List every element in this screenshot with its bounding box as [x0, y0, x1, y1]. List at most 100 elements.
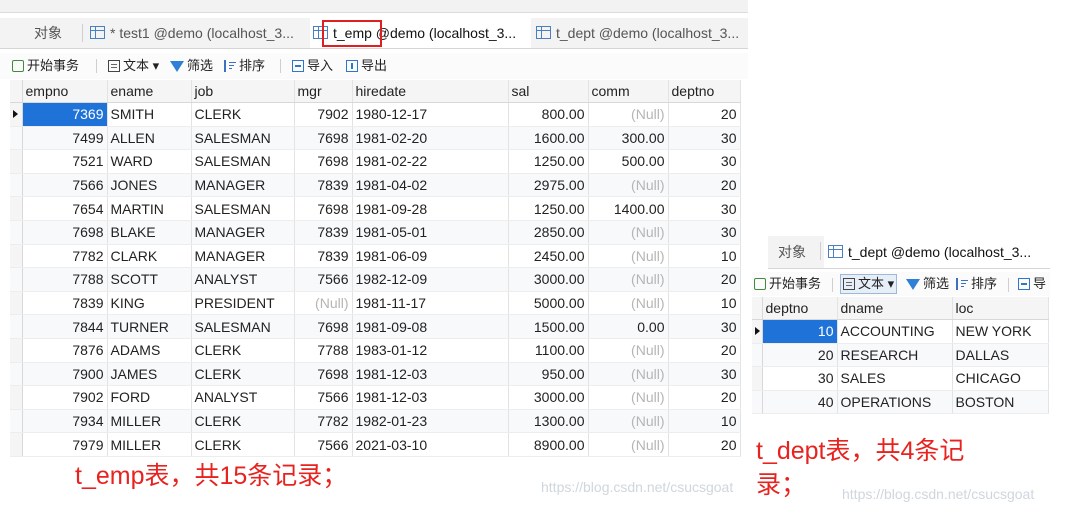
cell-job[interactable]: MANAGER: [191, 173, 295, 198]
cell-sal[interactable]: 2450.00: [508, 244, 589, 269]
row-header[interactable]: [10, 173, 23, 198]
cell-sal[interactable]: 1600.00: [508, 126, 589, 151]
cell-hiredate[interactable]: 1981-04-02: [352, 173, 509, 198]
row-header[interactable]: [10, 244, 23, 269]
cell-comm[interactable]: 500.00: [588, 149, 669, 174]
cell-sal[interactable]: 3000.00: [508, 385, 589, 410]
cell-deptno[interactable]: 30: [668, 196, 741, 221]
cell-deptno[interactable]: 30: [762, 366, 838, 391]
cell-loc[interactable]: NEW YORK: [952, 319, 1049, 344]
cell-job[interactable]: CLERK: [191, 409, 295, 434]
cell-mgr[interactable]: 7698: [294, 149, 353, 174]
cell-dname[interactable]: OPERATIONS: [837, 390, 953, 415]
cell-ename[interactable]: MILLER: [107, 409, 192, 434]
row-header[interactable]: [10, 267, 23, 292]
cell-comm[interactable]: (Null): [588, 362, 669, 387]
cell-empno[interactable]: 7900: [22, 362, 108, 387]
column-header-job[interactable]: job: [191, 80, 295, 103]
cell-deptno[interactable]: 10: [668, 409, 741, 434]
cell-sal[interactable]: 2975.00: [508, 173, 589, 198]
cell-comm[interactable]: (Null): [588, 220, 669, 245]
tab-objects[interactable]: 对象: [768, 236, 816, 268]
cell-sal[interactable]: 1100.00: [508, 338, 589, 363]
cell-deptno[interactable]: 10: [668, 291, 741, 316]
cell-mgr[interactable]: 7698: [294, 126, 353, 151]
table-row[interactable]: 7839 KING PRESIDENT (Null) 1981-11-17 5000.00…: [10, 291, 741, 316]
column-header-deptno[interactable]: deptno: [668, 80, 741, 103]
row-header[interactable]: [752, 366, 763, 391]
cell-ename[interactable]: ALLEN: [107, 126, 192, 151]
cell-mgr[interactable]: 7566: [294, 267, 353, 292]
cell-deptno[interactable]: 30: [668, 126, 741, 151]
cell-job[interactable]: CLERK: [191, 432, 295, 457]
cell-ename[interactable]: JAMES: [107, 362, 192, 387]
cell-hiredate[interactable]: 1982-01-23: [352, 409, 509, 434]
cell-deptno[interactable]: 20: [668, 102, 741, 127]
cell-hiredate[interactable]: 1983-01-12: [352, 338, 509, 363]
cell-empno[interactable]: 7698: [22, 220, 108, 245]
cell-mgr[interactable]: 7902: [294, 102, 353, 127]
cell-mgr[interactable]: 7566: [294, 432, 353, 457]
table-row[interactable]: 7788 SCOTT ANALYST 7566 1982-12-09 3000.00 (Nu…: [10, 267, 741, 292]
row-header[interactable]: [10, 314, 23, 339]
cell-sal[interactable]: 3000.00: [508, 267, 589, 292]
cell-mgr[interactable]: 7782: [294, 409, 353, 434]
cell-ename[interactable]: BLAKE: [107, 220, 192, 245]
column-header-empno[interactable]: empno: [22, 80, 108, 103]
cell-loc[interactable]: CHICAGO: [952, 366, 1049, 391]
filter-button[interactable]: 筛选: [906, 275, 949, 293]
cell-comm[interactable]: (Null): [588, 385, 669, 410]
text-view-button[interactable]: 文本 ▾: [108, 57, 159, 75]
cell-loc[interactable]: DALLAS: [952, 343, 1049, 368]
cell-loc[interactable]: BOSTON: [952, 390, 1049, 415]
cell-ename[interactable]: SCOTT: [107, 267, 192, 292]
sort-button[interactable]: 排序: [956, 275, 997, 293]
cell-hiredate[interactable]: 1981-12-03: [352, 385, 509, 410]
cell-job[interactable]: MANAGER: [191, 220, 295, 245]
cell-empno[interactable]: 7521: [22, 149, 108, 174]
begin-transaction-button[interactable]: 开始事务: [754, 275, 821, 293]
cell-ename[interactable]: JONES: [107, 173, 192, 198]
cell-ename[interactable]: FORD: [107, 385, 192, 410]
cell-empno[interactable]: 7788: [22, 267, 108, 292]
cell-comm[interactable]: 300.00: [588, 126, 669, 151]
cell-mgr[interactable]: 7698: [294, 196, 353, 221]
cell-comm[interactable]: (Null): [588, 102, 669, 127]
cell-job[interactable]: CLERK: [191, 102, 295, 127]
cell-sal[interactable]: 800.00: [508, 102, 589, 127]
cell-dname[interactable]: SALES: [837, 366, 953, 391]
row-header[interactable]: [10, 385, 23, 410]
cell-mgr[interactable]: 7698: [294, 362, 353, 387]
cell-mgr[interactable]: 7788: [294, 338, 353, 363]
cell-job[interactable]: CLERK: [191, 338, 295, 363]
cell-job[interactable]: ANALYST: [191, 385, 295, 410]
cell-deptno[interactable]: 20: [668, 267, 741, 292]
column-header-hiredate[interactable]: hiredate: [352, 80, 509, 103]
tab-test1[interactable]: * test1 @demo (localhost_3...: [90, 18, 306, 48]
cell-mgr[interactable]: (Null): [294, 291, 353, 316]
tab-t-dept[interactable]: t_dept @demo (localhost_3...: [536, 18, 748, 48]
text-view-button[interactable]: 文本 ▾: [840, 274, 898, 294]
cell-ename[interactable]: MARTIN: [107, 196, 192, 221]
cell-sal[interactable]: 1250.00: [508, 196, 589, 221]
row-header[interactable]: [10, 126, 23, 151]
cell-dname[interactable]: RESEARCH: [837, 343, 953, 368]
cell-sal[interactable]: 1300.00: [508, 409, 589, 434]
cell-sal[interactable]: 2850.00: [508, 220, 589, 245]
cell-comm[interactable]: (Null): [588, 291, 669, 316]
row-header[interactable]: [10, 362, 23, 387]
cell-job[interactable]: CLERK: [191, 362, 295, 387]
row-header[interactable]: [10, 338, 23, 363]
row-header[interactable]: [752, 390, 763, 415]
table-row[interactable]: 7499 ALLEN SALESMAN 7698 1981-02-20 1600.00 30…: [10, 126, 741, 151]
table-row[interactable]: 7900 JAMES CLERK 7698 1981-12-03 950.00 (Null)…: [10, 362, 741, 387]
cell-deptno[interactable]: 10: [668, 244, 741, 269]
cell-hiredate[interactable]: 1981-06-09: [352, 244, 509, 269]
row-header[interactable]: [10, 220, 23, 245]
cell-deptno[interactable]: 20: [668, 385, 741, 410]
table-row[interactable]: 7902 FORD ANALYST 7566 1981-12-03 3000.00 (Nul…: [10, 385, 741, 410]
cell-empno[interactable]: 7782: [22, 244, 108, 269]
cell-comm[interactable]: 1400.00: [588, 196, 669, 221]
cell-hiredate[interactable]: 1981-09-08: [352, 314, 509, 339]
cell-empno[interactable]: 7499: [22, 126, 108, 151]
